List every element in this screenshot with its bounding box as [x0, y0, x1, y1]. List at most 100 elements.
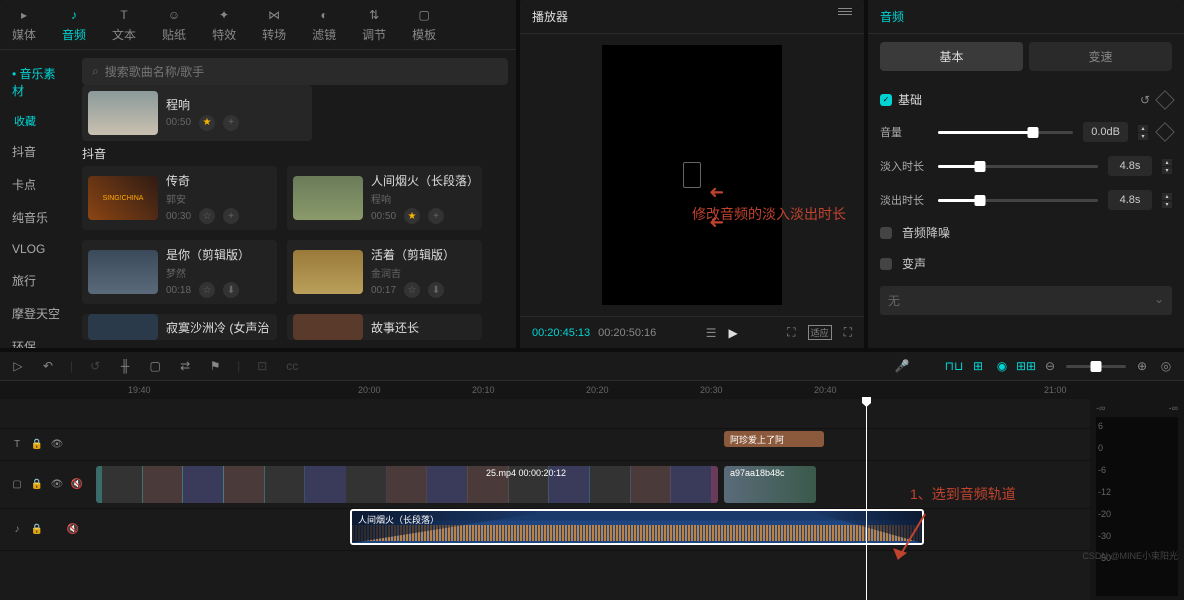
track-card[interactable]: SING!CHINA 传奇郭安00:30☆+: [82, 166, 277, 230]
crop-icon[interactable]: ⊡: [254, 358, 270, 374]
mic-icon[interactable]: 🎤: [894, 358, 910, 374]
fadeout-slider[interactable]: [938, 199, 1098, 202]
fit-icon[interactable]: ◎: [1158, 358, 1174, 374]
track-card[interactable]: 活着（剪辑版）金润吉00:17☆⬇: [287, 240, 482, 304]
sidebar-item[interactable]: 抖音: [0, 136, 74, 167]
undo-icon[interactable]: ↶: [40, 358, 56, 374]
time-ruler[interactable]: 19:40 20:00 20:10 20:20 20:30 20:40 21:0…: [0, 381, 1184, 399]
zoom-slider[interactable]: [1066, 365, 1126, 368]
favorite-button[interactable]: ☆: [199, 208, 215, 224]
sidebar-item[interactable]: 纯音乐: [0, 202, 74, 233]
sidebar-music-materials[interactable]: • 音乐素材: [0, 58, 74, 106]
tab-speed[interactable]: 变速: [1029, 42, 1172, 71]
cursor-icon[interactable]: ▷: [10, 358, 26, 374]
audio-clip[interactable]: 人间烟火（长段落）: [350, 509, 924, 545]
track-card[interactable]: 寂寞沙洲冷 (女声治: [82, 314, 277, 340]
add-button[interactable]: +: [223, 208, 239, 224]
basic-checkbox[interactable]: ✓: [880, 94, 892, 106]
revert-icon[interactable]: ↺: [87, 358, 103, 374]
denoise-checkbox[interactable]: [880, 227, 892, 239]
video-clip[interactable]: a97aa18b48c: [724, 466, 816, 504]
caption-icon[interactable]: cc: [284, 358, 300, 374]
sidebar-item[interactable]: 旅行: [0, 265, 74, 296]
lock-icon[interactable]: 🔒: [30, 478, 44, 492]
keyframe-icon[interactable]: [1155, 122, 1175, 142]
fadeout-value[interactable]: 4.8s: [1108, 190, 1152, 210]
sidebar-item[interactable]: 摩登天空: [0, 298, 74, 329]
mute-icon[interactable]: 🔇: [70, 478, 84, 492]
crop-icon[interactable]: ⛶: [787, 325, 795, 340]
tab-transition[interactable]: ⋈转场: [258, 4, 290, 45]
magnet-icon[interactable]: ⊓⊔: [946, 358, 962, 374]
tab-effects[interactable]: ✦特效: [208, 4, 240, 45]
filter-icon: ◐: [315, 6, 333, 24]
spin-up[interactable]: ▴: [1162, 159, 1172, 166]
spin-up[interactable]: ▴: [1162, 193, 1172, 200]
keyframe-icon[interactable]: [1155, 90, 1175, 110]
total-time: 00:20:50:16: [598, 327, 656, 339]
ratio-icon[interactable]: 适应: [808, 325, 832, 340]
add-button[interactable]: +: [223, 115, 239, 131]
tab-text[interactable]: T文本: [108, 4, 140, 45]
sidebar-favorites[interactable]: 收藏: [0, 108, 74, 134]
sidebar-item[interactable]: 环保: [0, 331, 74, 348]
video-clip[interactable]: 25.mp4 00:00:20:12: [96, 466, 718, 504]
preview-icon[interactable]: ◉: [994, 358, 1010, 374]
voice-select[interactable]: 无 ⌄: [880, 286, 1172, 315]
favorite-button[interactable]: ☆: [404, 282, 420, 298]
menu-icon[interactable]: [838, 8, 852, 25]
adjust-icon: ⇅: [365, 6, 383, 24]
panel-title: 音频: [868, 0, 1184, 34]
favorite-button[interactable]: ☆: [199, 282, 215, 298]
zoom-out-icon[interactable]: ⊖: [1042, 358, 1058, 374]
split-icon[interactable]: ╫: [117, 358, 133, 374]
fadein-value[interactable]: 4.8s: [1108, 156, 1152, 176]
voice-checkbox[interactable]: [880, 258, 892, 270]
download-button[interactable]: ⬇: [428, 282, 444, 298]
spin-down[interactable]: ▾: [1162, 167, 1172, 174]
reset-icon[interactable]: ↺: [1140, 93, 1150, 107]
track-card[interactable]: 故事还长: [287, 314, 482, 340]
text-clip[interactable]: 阿珍爱上了阿: [724, 431, 824, 447]
tab-filter[interactable]: ◐滤镜: [308, 4, 340, 45]
visible-icon[interactable]: 👁: [50, 478, 64, 492]
lock-icon[interactable]: 🔒: [30, 523, 44, 537]
volume-slider[interactable]: [938, 131, 1073, 134]
tab-adjust[interactable]: ⇅调节: [358, 4, 390, 45]
snap-icon[interactable]: ⊞⊞: [1018, 358, 1034, 374]
volume-value[interactable]: 0.0dB: [1083, 122, 1128, 142]
link-icon[interactable]: ⊞: [970, 358, 986, 374]
featured-track[interactable]: 程响 00:50 ★ +: [82, 85, 312, 141]
favorite-button[interactable]: ★: [404, 208, 420, 224]
tab-basic[interactable]: 基本: [880, 42, 1023, 71]
search-input[interactable]: [105, 65, 498, 79]
lock-icon[interactable]: 🔒: [30, 438, 44, 452]
delete-icon[interactable]: ▢: [147, 358, 163, 374]
visible-icon[interactable]: 👁: [50, 438, 64, 452]
download-button[interactable]: ⬇: [223, 282, 239, 298]
fadein-slider[interactable]: [938, 165, 1098, 168]
fullscreen-icon[interactable]: ⛶: [844, 325, 852, 340]
sidebar-item[interactable]: VLOG: [0, 235, 74, 263]
favorite-button[interactable]: ★: [199, 115, 215, 131]
tab-sticker[interactable]: ☺贴纸: [158, 4, 190, 45]
main-toolbar: ▸媒体 ♪音频 T文本 ☺贴纸 ✦特效 ⋈转场 ◐滤镜 ⇅调节 ▢模板: [0, 0, 516, 50]
ripple-icon[interactable]: ⇄: [177, 358, 193, 374]
add-button[interactable]: +: [428, 208, 444, 224]
tab-media[interactable]: ▸媒体: [8, 4, 40, 45]
tab-template[interactable]: ▢模板: [408, 4, 440, 45]
sidebar-item[interactable]: 卡点: [0, 169, 74, 200]
track-card[interactable]: 人间烟火（长段落）程响00:50★+: [287, 166, 482, 230]
tab-audio[interactable]: ♪音频: [58, 4, 90, 45]
search-box[interactable]: ⌕: [82, 58, 508, 85]
flag-icon[interactable]: ⚑: [207, 358, 223, 374]
spin-down[interactable]: ▾: [1138, 133, 1148, 140]
spin-down[interactable]: ▾: [1162, 201, 1172, 208]
playhead[interactable]: [866, 399, 867, 600]
mute-icon[interactable]: 🔇: [66, 523, 80, 537]
track-card[interactable]: 是你（剪辑版）梦然00:18☆⬇: [82, 240, 277, 304]
list-icon[interactable]: ☰: [706, 326, 717, 340]
zoom-in-icon[interactable]: ⊕: [1134, 358, 1150, 374]
spin-up[interactable]: ▴: [1138, 125, 1148, 132]
play-button[interactable]: ▶: [728, 326, 737, 340]
